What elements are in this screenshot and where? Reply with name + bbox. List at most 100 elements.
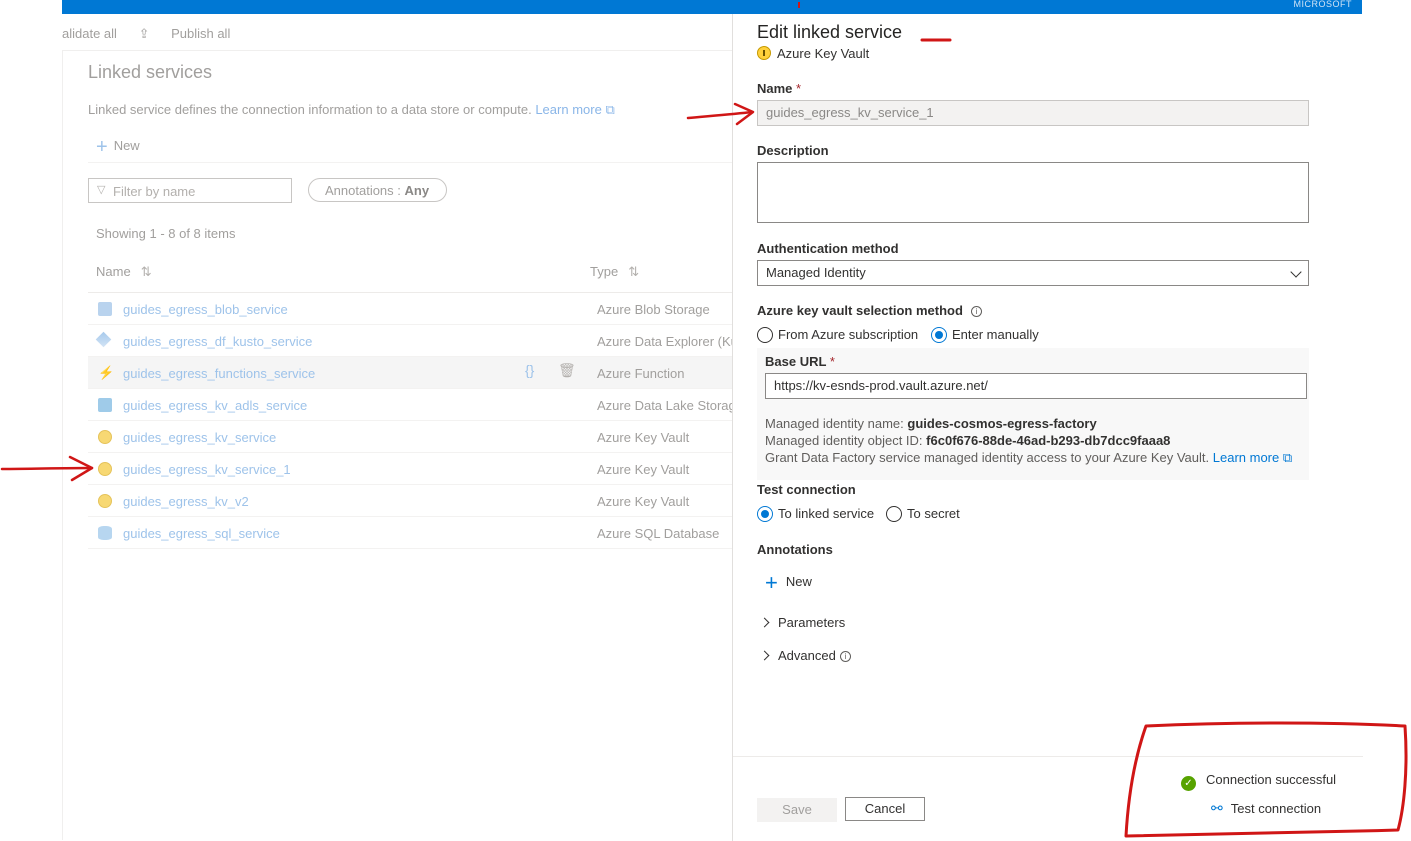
linked-service-name-link[interactable]: guides_egress_kv_v2 [123, 494, 249, 509]
name-field[interactable]: guides_egress_kv_service_1 [757, 100, 1309, 126]
linked-service-name-link[interactable]: guides_egress_kv_service_1 [123, 462, 291, 477]
name-label: Name * [757, 81, 801, 96]
radio-label: To linked service [778, 506, 875, 521]
publish-all-button[interactable]: Publish all [171, 26, 230, 41]
check-circle-icon: ✓ [1181, 776, 1196, 791]
radio-enter-manually[interactable]: Enter manually [931, 327, 1039, 343]
linked-service-name-link[interactable]: guides_egress_kv_adls_service [123, 398, 307, 413]
linked-service-type: Azure Data Explorer (Ku [597, 334, 732, 349]
table-row[interactable]: guides_egress_df_kusto_service Azure Dat… [88, 325, 732, 357]
linked-service-name-link[interactable]: guides_egress_kv_service [123, 430, 276, 445]
table-row[interactable]: ⚡ guides_egress_functions_service {} 🗑 A… [88, 357, 732, 389]
column-header-type[interactable]: Type ⇅ [590, 264, 639, 280]
footer-divider [733, 756, 1363, 757]
grant-text: Grant Data Factory service managed ident… [765, 450, 1210, 465]
filter-by-name-input[interactable]: ▽ Filter by name [88, 178, 292, 203]
table-row[interactable]: guides_egress_blob_service Azure Blob St… [88, 293, 732, 325]
add-annotation-button[interactable]: + New [765, 570, 812, 596]
connection-status: ✓ Connection successful [1181, 772, 1336, 791]
annotations-filter-value: Any [404, 183, 430, 198]
info-icon[interactable]: i [970, 306, 982, 317]
linked-service-name-link[interactable]: guides_egress_df_kusto_service [123, 334, 312, 349]
edit-linked-service-pane: Edit linked service Azure Key Vault Name… [732, 14, 1363, 841]
radio-from-subscription[interactable]: From Azure subscription [757, 327, 918, 343]
linked-service-type: Azure Blob Storage [597, 302, 710, 317]
radio-to-linked-service[interactable]: To linked service [757, 506, 874, 522]
parameters-label: Parameters [778, 615, 846, 630]
linked-services-description: Linked service defines the connection in… [88, 102, 615, 118]
key-vault-icon [98, 430, 112, 444]
advanced-label: Advanced [778, 648, 836, 663]
managed-identity-name: Managed identity name: guides-cosmos-egr… [765, 416, 1097, 431]
linked-service-type: Azure Key Vault [597, 494, 690, 509]
parameters-expander[interactable]: Parameters [759, 615, 846, 630]
chevron-right-icon [759, 650, 770, 661]
blob-storage-icon [98, 302, 112, 316]
item-count: Showing 1 - 8 of 8 items [96, 226, 236, 241]
validate-all-button[interactable]: alidate all [62, 26, 117, 41]
external-link-icon: ⧉ [605, 102, 615, 117]
column-name-label: Name [96, 264, 131, 279]
save-button[interactable]: Save [757, 798, 837, 822]
pane-subtitle: Azure Key Vault [757, 46, 869, 61]
test-connection-label-text: Test connection [1230, 801, 1322, 816]
description-label: Description [757, 143, 829, 158]
auth-method-label: Authentication method [757, 241, 899, 256]
radio-circle [757, 327, 773, 343]
new-label: New [785, 574, 812, 589]
radio-to-secret[interactable]: To secret [886, 506, 960, 522]
linked-service-name-link[interactable]: guides_egress_functions_service [123, 366, 315, 381]
base-url-label-text: Base URL [765, 354, 827, 369]
new-linked-service-button[interactable]: + New [96, 136, 140, 159]
linked-service-type: Azure Key Vault [597, 430, 690, 445]
chevron-down-icon [1290, 266, 1302, 278]
required-marker: * [829, 354, 835, 369]
annotations-filter-pill[interactable]: Annotations : Any [308, 178, 447, 202]
cancel-button[interactable]: Cancel [845, 797, 925, 821]
page-title: Linked services [88, 62, 213, 82]
linked-service-type: Azure SQL Database [597, 526, 720, 541]
factory-toolbar: alidate all ⇪ Publish all [62, 26, 248, 42]
sort-icon: ⇅ [140, 264, 152, 279]
code-icon[interactable]: {} [525, 362, 534, 378]
description-field[interactable] [757, 162, 1309, 223]
chevron-right-icon [759, 617, 770, 628]
radio-label: Enter manually [952, 327, 1039, 342]
info-icon[interactable]: i [839, 651, 851, 662]
delete-icon[interactable]: 🗑 [558, 362, 576, 379]
base-url-input[interactable]: https://kv-esnds-prod.vault.azure.net/ [765, 373, 1307, 399]
linked-service-name-link[interactable]: guides_egress_blob_service [123, 302, 288, 317]
test-connection-button[interactable]: ⚯ Test connection [1211, 800, 1321, 817]
sql-database-icon [98, 526, 112, 540]
new-label: New [113, 138, 140, 153]
table-row[interactable]: guides_egress_kv_service_1 Azure Key Vau… [88, 453, 732, 485]
learn-more-link[interactable]: Learn more [535, 102, 601, 117]
divider [88, 162, 732, 163]
key-vault-icon [757, 46, 771, 60]
mi-name-label: Managed identity name: [765, 416, 904, 431]
table-row[interactable]: guides_egress_kv_service Azure Key Vault [88, 421, 732, 453]
base-url-label: Base URL * [765, 354, 835, 369]
filter-icon: ▽ [97, 184, 106, 196]
description-text: Linked service defines the connection in… [88, 102, 532, 117]
plug-icon: ⚯ [1211, 800, 1223, 816]
publish-icon: ⇪ [138, 26, 154, 41]
table-row[interactable]: guides_egress_sql_service Azure SQL Data… [88, 517, 732, 549]
annotations-filter-label: Annotations : [325, 183, 401, 198]
table-row[interactable]: guides_egress_kv_adls_service Azure Data… [88, 389, 732, 421]
column-header-name[interactable]: Name ⇅ [96, 264, 152, 280]
function-icon: ⚡ [98, 365, 115, 380]
auth-method-dropdown[interactable]: Managed Identity [757, 260, 1309, 286]
external-link-icon: ⧉ [1282, 450, 1293, 465]
learn-more-link[interactable]: Learn more [1213, 450, 1279, 465]
radio-label: From Azure subscription [778, 327, 919, 342]
kv-selection-label-text: Azure key vault selection method [757, 303, 963, 318]
advanced-expander[interactable]: Advanced i [759, 648, 851, 663]
key-vault-icon [98, 462, 112, 476]
table-row[interactable]: guides_egress_kv_v2 Azure Key Vault [88, 485, 732, 517]
mi-object-value: f6c0f676-88de-46ad-b293-db7dcc9faaa8 [926, 433, 1171, 448]
annotations-label: Annotations [757, 542, 833, 557]
managed-identity-grant-note: Grant Data Factory service managed ident… [765, 450, 1292, 466]
service-type-label: Azure Key Vault [777, 46, 870, 61]
linked-service-name-link[interactable]: guides_egress_sql_service [123, 526, 280, 541]
